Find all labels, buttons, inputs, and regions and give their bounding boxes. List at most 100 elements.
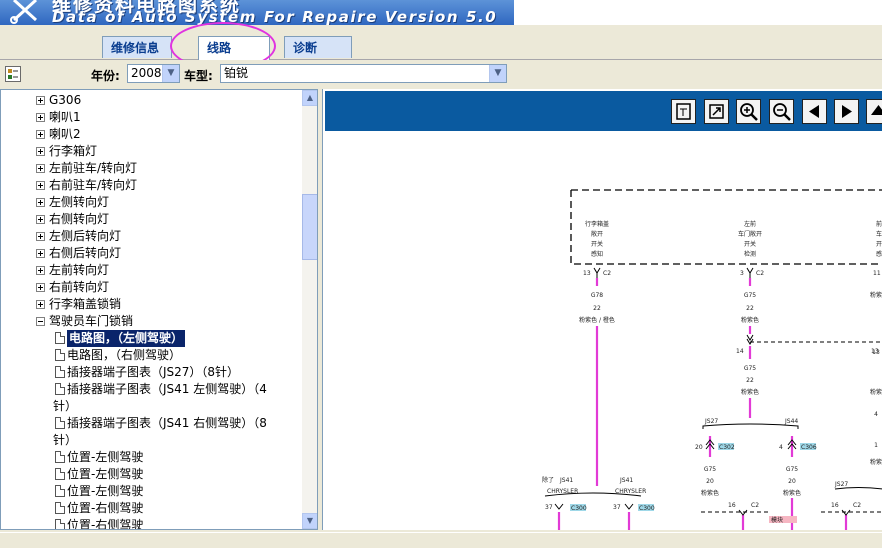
svg-text:C2: C2 [756, 270, 764, 277]
tree-node[interactable]: 右前驻车/转向灯 [1, 177, 301, 194]
wiring-tree-panel: G306 喇叭1 喇叭2 行李箱灯 左前驻车/转向灯 右前驻车/转向灯 左侧转向… [0, 89, 318, 530]
expand-plus-icon[interactable] [36, 215, 45, 224]
model-select[interactable]: 铂锐 ▼ [220, 64, 507, 83]
zoom-out-icon[interactable] [769, 99, 794, 124]
tree-node[interactable]: 右侧转向灯 [1, 211, 301, 228]
svg-text:20: 20 [695, 444, 703, 451]
tree-node[interactable]: 左侧后转向灯 [1, 228, 301, 245]
tree-node[interactable]: 左前转向灯 [1, 262, 301, 279]
tree-node[interactable]: 右前转向灯 [1, 279, 301, 296]
document-icon [55, 451, 65, 463]
tree-node[interactable]: G306 [1, 92, 301, 109]
wiring-diagram[interactable]: 行李箱盖 敞开 开关 感知 左前 车门敞开 开关 检测 前 车 开 感 13 C… [323, 132, 882, 530]
svg-text:车门敞开: 车门敞开 [738, 230, 762, 238]
expand-plus-icon[interactable] [36, 198, 45, 207]
component-boundary [570, 189, 882, 265]
svg-text:前: 前 [876, 220, 882, 228]
tree-leaf[interactable]: 位置-左侧驾驶 [1, 449, 301, 466]
svg-text:粉紫色: 粉紫色 [870, 291, 882, 299]
expand-plus-icon[interactable] [36, 249, 45, 258]
tree-node-expanded[interactable]: 驾驶员车门锁销 [1, 313, 301, 330]
expand-plus-icon[interactable] [36, 130, 45, 139]
document-icon [55, 383, 65, 395]
tree-node[interactable]: 左前驻车/转向灯 [1, 160, 301, 177]
svg-text:JS41: JS41 [559, 477, 573, 484]
svg-text:JS27: JS27 [834, 481, 848, 488]
expand-plus-icon[interactable] [36, 147, 45, 156]
svg-text:C300: C300 [639, 505, 655, 512]
expand-plus-icon[interactable] [36, 283, 45, 292]
expand-plus-icon[interactable] [36, 181, 45, 190]
expand-plus-icon[interactable] [36, 113, 45, 122]
status-bar [0, 532, 882, 548]
tree-node[interactable]: 左侧转向灯 [1, 194, 301, 211]
tree-leaf[interactable]: 位置-左侧驾驶 [1, 483, 301, 500]
svg-text:22: 22 [746, 305, 754, 312]
year-value: 2008 [131, 66, 162, 80]
svg-text:13: 13 [583, 270, 591, 277]
expand-plus-icon[interactable] [36, 300, 45, 309]
tree-leaf[interactable]: 位置-左侧驾驶 [1, 466, 301, 483]
arrow-left-icon[interactable] [802, 99, 827, 124]
tab-diagnosis[interactable]: 诊断 [284, 36, 352, 58]
tree-node[interactable]: 行李箱盖锁销 [1, 296, 301, 313]
zoom-in-icon[interactable] [736, 99, 761, 124]
model-value: 铂锐 [224, 66, 249, 80]
document-icon [55, 502, 65, 514]
tree-leaf[interactable]: 插接器端子图表（JS27）（8针） [1, 364, 301, 381]
svg-text:粉紫色: 粉紫色 [741, 316, 759, 324]
tree-leaf[interactable]: 电路图，（右侧驾驶） [1, 347, 301, 364]
scroll-thumb[interactable] [302, 194, 317, 260]
tree-leaf[interactable]: 插接器端子图表（JS41 左侧驾驶）（4 [1, 381, 301, 398]
tree-leaf-wrap[interactable]: 针） [1, 432, 301, 449]
filter-toolbar: 年份: 2008 ▼ 车型: 铂锐 ▼ [0, 60, 882, 87]
svg-text:感: 感 [876, 250, 882, 258]
tree-node[interactable]: 喇叭1 [1, 109, 301, 126]
arrow-up-icon[interactable] [866, 99, 882, 124]
chevron-down-icon[interactable]: ▼ [489, 65, 506, 82]
wiring-tree: G306 喇叭1 喇叭2 行李箱灯 左前驻车/转向灯 右前驻车/转向灯 左侧转向… [1, 92, 301, 529]
scroll-down-icon[interactable]: ▼ [302, 513, 317, 529]
expand-plus-icon[interactable] [36, 164, 45, 173]
tree-scrollbar[interactable]: ▲ ▼ [302, 90, 317, 529]
tree-toggle-icon[interactable] [5, 66, 21, 82]
expand-plus-icon[interactable] [36, 96, 45, 105]
tab-wiring[interactable]: 线路 [198, 36, 270, 60]
collapse-minus-icon[interactable] [36, 317, 45, 326]
tree-leaf-selected[interactable]: 电路图，（左侧驾驶） [1, 330, 301, 347]
svg-text:JS27: JS27 [704, 418, 718, 425]
expand-plus-icon[interactable] [36, 232, 45, 241]
document-icon [55, 417, 65, 429]
tree-leaf[interactable]: 位置-右侧驾驶 [1, 500, 301, 517]
svg-text:行李箱盖: 行李箱盖 [585, 220, 609, 228]
expand-plus-icon[interactable] [36, 266, 45, 275]
tree-node[interactable]: 行李箱灯 [1, 143, 301, 160]
fit-page-icon[interactable] [671, 99, 696, 124]
svg-text:20: 20 [706, 478, 714, 485]
main-tabbar: 维修信息 线路 诊断 [0, 35, 882, 60]
svg-text:除了: 除了 [542, 476, 554, 484]
tree-leaf[interactable]: 位置-右侧驾驶 [1, 517, 301, 529]
component-labels: 行李箱盖 敞开 开关 感知 左前 车门敞开 开关 检测 前 车 开 感 [585, 220, 882, 258]
diagram-viewer: 行李箱盖 敞开 开关 感知 左前 车门敞开 开关 检测 前 车 开 感 13 C… [322, 89, 882, 530]
tree-node[interactable]: 喇叭2 [1, 126, 301, 143]
banner-blank-area [514, 0, 882, 25]
svg-text:G75: G75 [704, 466, 716, 473]
scroll-up-icon[interactable]: ▲ [302, 90, 317, 106]
arrow-right-icon[interactable] [834, 99, 859, 124]
svg-text:16: 16 [728, 502, 736, 509]
fit-width-icon[interactable] [704, 99, 729, 124]
tree-node[interactable]: 右侧后转向灯 [1, 245, 301, 262]
svg-text:C2: C2 [853, 502, 861, 509]
svg-text:JS44: JS44 [784, 418, 798, 425]
tree-leaf[interactable]: 插接器端子图表（JS41 右侧驾驶）（8 [1, 415, 301, 432]
svg-text:C302: C302 [719, 444, 735, 451]
chevron-down-icon[interactable]: ▼ [162, 65, 179, 82]
year-select[interactable]: 2008 ▼ [127, 64, 180, 83]
svg-text:C300: C300 [571, 505, 587, 512]
tree-leaf-wrap[interactable]: 针） [1, 398, 301, 415]
tab-repair-info[interactable]: 维修信息 [102, 36, 172, 58]
svg-text:模块: 模块 [771, 516, 783, 524]
svg-text:G75: G75 [744, 292, 756, 299]
document-icon [55, 332, 65, 344]
